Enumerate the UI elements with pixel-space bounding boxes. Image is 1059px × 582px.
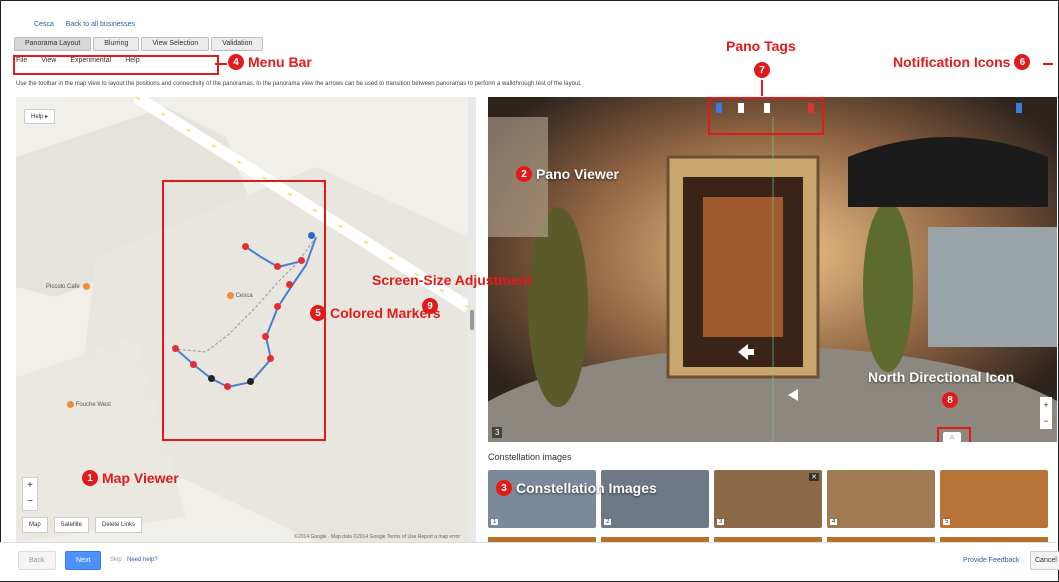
thumb-number: 5	[943, 519, 951, 525]
constellation-thumb[interactable]: 1	[488, 470, 596, 528]
back-button[interactable]: Back	[18, 551, 56, 570]
map-help-button[interactable]: Help ▸	[24, 109, 56, 124]
poi-pin-icon	[82, 283, 90, 290]
callout-menu-bar: 4 Menu Bar	[228, 54, 312, 70]
callout-label: Notification Icons	[893, 54, 1011, 70]
callout-badge: 5	[310, 305, 326, 321]
back-to-businesses-link[interactable]: Back to all businesses	[66, 21, 135, 28]
colored-markers-highlight	[162, 180, 326, 441]
pano-zoom-out-button[interactable]: −	[1040, 413, 1052, 429]
tab-view-selection[interactable]: View Selection	[141, 37, 210, 51]
callout-badge: 3	[496, 480, 512, 496]
constellation-thumb[interactable]: 4	[827, 470, 935, 528]
callout-label: Map Viewer	[102, 470, 179, 486]
tab-blurring[interactable]: Blurring	[93, 37, 140, 51]
north-directional-icon[interactable]: ⌂	[943, 432, 961, 442]
callout-label: Pano Tags	[726, 38, 796, 54]
callout-north-icon-badge: 8	[942, 392, 958, 408]
callout-label: North Directional Icon	[868, 369, 1015, 385]
map-zoom-in-button[interactable]: +	[23, 478, 37, 494]
constellation-label: Constellation images	[488, 452, 572, 462]
tab-validation[interactable]: Validation	[211, 37, 264, 51]
thumb-number: 2	[604, 519, 612, 525]
poi-fouche-west[interactable]: Fouche West	[64, 401, 111, 408]
pano-zoom-control: + −	[1040, 397, 1052, 429]
callout-label: Pano Viewer	[536, 166, 620, 182]
callout-map-viewer: 1 Map Viewer	[82, 470, 179, 486]
pano-viewer[interactable]: 3 + − ⌂	[488, 97, 1057, 442]
callout-label: Constellation Images	[516, 480, 657, 496]
close-icon[interactable]: ✕	[809, 473, 819, 481]
workflow-tabs: Panorama Layout Blurring View Selection …	[14, 37, 265, 51]
callout-pano-tags-badge: 7	[754, 62, 770, 78]
callout-badge: 2	[516, 166, 532, 182]
callout-label: Screen-Size Adjustment	[372, 272, 532, 288]
resize-handle[interactable]	[470, 310, 474, 330]
instructions-text: Use the toolbar in the map view to layou…	[16, 81, 582, 87]
poi-label: Fouche West	[75, 402, 111, 409]
thumb-number: 4	[830, 519, 838, 525]
menu-bar-highlight	[13, 55, 219, 75]
pano-tags-highlight	[708, 97, 824, 135]
poi-pin-icon	[67, 401, 74, 408]
constellation-thumb[interactable]: 3 ✕	[714, 470, 822, 528]
callout-pano-viewer: 2 Pano Viewer	[516, 166, 619, 182]
map-attribution: ©2014 Google · Map data ©2014 Google Ter…	[294, 534, 460, 540]
pano-tags-callout-line	[761, 80, 763, 96]
callout-screen-size: Screen-Size Adjustment	[372, 272, 532, 288]
provide-feedback-link[interactable]: Provide Feedback	[963, 557, 1019, 564]
map-view-button[interactable]: Map	[22, 517, 48, 533]
callout-badge: 6	[1014, 54, 1031, 70]
menu-callout-line	[215, 63, 227, 65]
need-help-link[interactable]: Need help?	[127, 557, 158, 563]
next-button[interactable]: Next	[65, 551, 102, 570]
callout-pano-tags: Pano Tags	[726, 38, 796, 54]
callout-badge: 1	[82, 470, 98, 486]
map-type-controls: Map Satellite Delete Links	[22, 517, 143, 533]
callout-constellation: 3 Constellation Images	[496, 480, 657, 496]
poi-label: Piccolo Cafe	[46, 284, 80, 291]
callout-label: Menu Bar	[248, 54, 312, 70]
skip-link[interactable]: Skip	[110, 557, 122, 563]
thumb-number: 1	[491, 519, 499, 525]
bottom-bar: Back Next Skip Need help? Provide Feedba…	[0, 542, 1059, 581]
callout-screen-size-badge: 9	[422, 298, 438, 314]
cancel-button[interactable]: Cancel	[1030, 551, 1059, 570]
pano-index: 3	[492, 427, 503, 438]
callout-colored-markers: 5 Colored Markers	[310, 305, 440, 321]
brand-link[interactable]: Cesca	[34, 21, 54, 28]
delete-links-button[interactable]: Delete Links	[95, 517, 143, 533]
callout-notification-icons: Notification Icons 6	[893, 54, 1031, 70]
callout-north-icon: North Directional Icon	[868, 369, 1014, 385]
map-zoom-out-button[interactable]: −	[23, 494, 37, 510]
poi-piccolo-cafe[interactable]: Piccolo Cafe	[46, 283, 90, 290]
callout-badge: 7	[754, 62, 770, 78]
panorama-image	[488, 97, 1057, 442]
constellation-strip: 1 2 3 ✕ 4 5	[488, 470, 1048, 528]
constellation-thumb[interactable]: 5	[940, 470, 1048, 528]
callout-badge: 8	[942, 392, 958, 408]
map-zoom-control: + −	[22, 477, 38, 511]
top-links: Cesca Back to all businesses	[34, 21, 145, 28]
thumb-number: 3	[717, 519, 725, 525]
callout-badge: 4	[228, 54, 244, 70]
tab-panorama-layout[interactable]: Panorama Layout	[14, 37, 92, 51]
satellite-view-button[interactable]: Satellite	[53, 517, 90, 533]
notification-callout-line	[1043, 63, 1053, 65]
callout-badge: 9	[422, 298, 438, 314]
constellation-thumb[interactable]: 2	[601, 470, 709, 528]
pano-zoom-in-button[interactable]: +	[1040, 397, 1052, 413]
